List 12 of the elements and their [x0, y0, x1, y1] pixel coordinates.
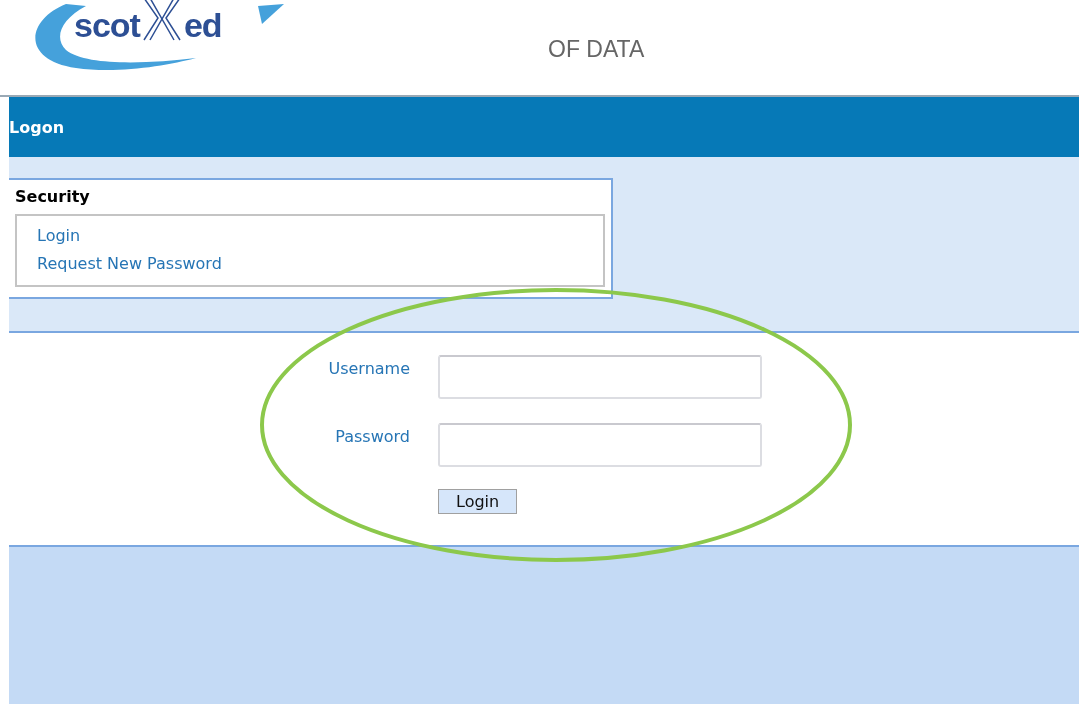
tagline: OF DATA	[548, 36, 645, 63]
logo-text: ed	[183, 8, 222, 42]
input-field[interactable]	[438, 355, 762, 399]
input-field[interactable]	[438, 423, 762, 467]
login-button[interactable]: Login	[438, 489, 518, 514]
security-heading: Security	[15, 187, 91, 206]
logo-text: scot	[74, 8, 140, 42]
field-label: Username	[328, 358, 410, 380]
security-link[interactable]: Login	[37, 226, 81, 245]
field-label: Password	[335, 426, 410, 448]
page-title: Logon	[9, 117, 65, 137]
security-link[interactable]: Request New Password	[37, 254, 222, 273]
